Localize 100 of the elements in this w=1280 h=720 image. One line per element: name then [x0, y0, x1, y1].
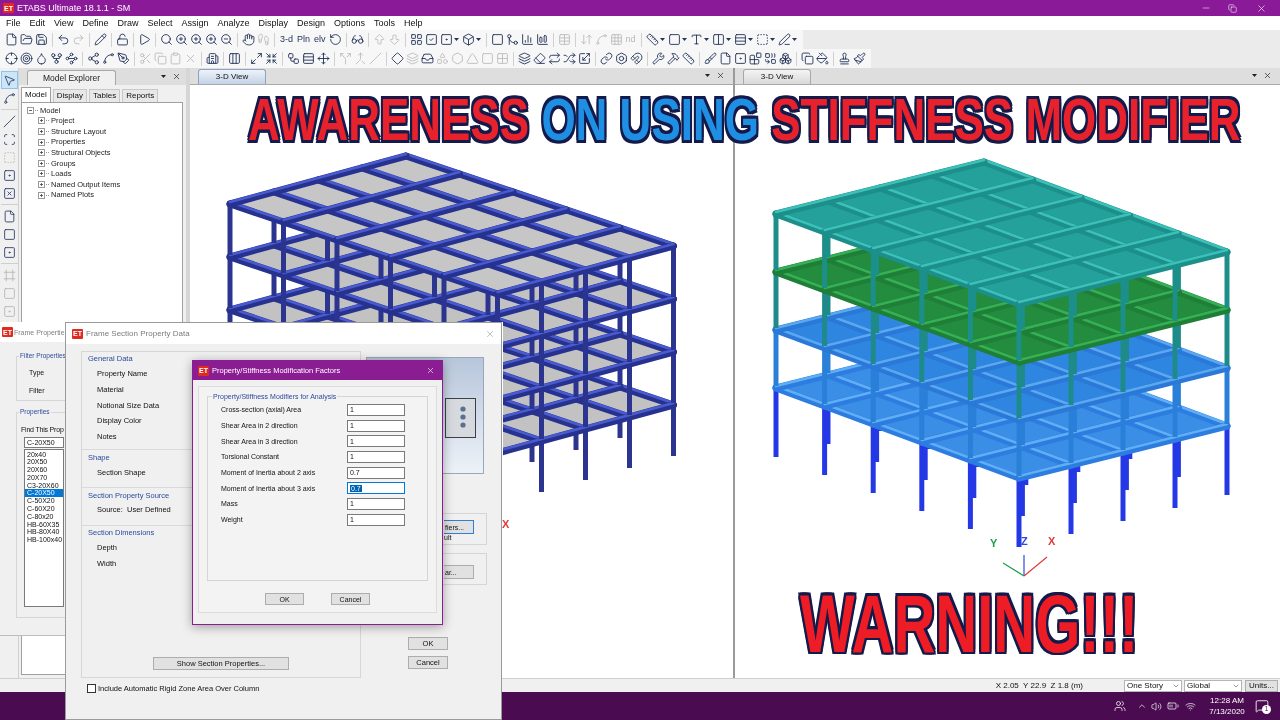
ruler-icon[interactable]: [682, 52, 695, 65]
checkbox[interactable]: [87, 684, 96, 693]
cube-icon[interactable]: [461, 33, 475, 46]
merge-icon[interactable]: [505, 33, 519, 46]
plus-box-icon[interactable]: [38, 128, 45, 135]
menu-item[interactable]: Draw: [117, 18, 139, 28]
crosshair-icon[interactable]: [5, 52, 18, 65]
zoom-out-icon[interactable]: [220, 33, 233, 46]
view-tab[interactable]: 3-D View: [743, 69, 811, 84]
minus-box-icon[interactable]: [27, 106, 34, 114]
share-icon[interactable]: [87, 52, 100, 65]
target-icon[interactable]: [20, 52, 33, 65]
toolbar-text-item[interactable]: Pln: [295, 35, 313, 44]
boxes-icon[interactable]: [779, 52, 792, 65]
chevron-up-icon[interactable]: [1137, 701, 1147, 711]
magnet-icon[interactable]: [630, 52, 643, 65]
check-square-icon[interactable]: [424, 33, 438, 46]
caret-icon[interactable]: [475, 38, 481, 41]
explorer-tab[interactable]: Display: [52, 89, 88, 102]
menu-item[interactable]: Options: [334, 18, 366, 28]
pointer-icon[interactable]: [0, 71, 18, 89]
magnifier-icon[interactable]: [160, 33, 173, 46]
link-icon[interactable]: [600, 52, 613, 65]
caret-icon[interactable]: [725, 38, 731, 41]
toolbar-text-item[interactable]: 3-d: [278, 35, 295, 44]
menu-item[interactable]: Help: [404, 18, 423, 28]
eraser-icon[interactable]: [533, 52, 546, 65]
ruler-icon[interactable]: [645, 33, 659, 46]
paint-bucket-icon[interactable]: [816, 52, 829, 65]
explorer-tab[interactable]: Model: [21, 87, 51, 102]
file-icon[interactable]: [5, 33, 18, 46]
explorer-tab[interactable]: Tables: [89, 89, 121, 102]
plus-box-icon[interactable]: [38, 191, 45, 199]
toolbar-text-item[interactable]: elv: [312, 35, 328, 44]
copy-icon[interactable]: [801, 52, 814, 65]
menu-item[interactable]: Define: [82, 18, 109, 28]
menu-item[interactable]: Analyze: [217, 18, 250, 28]
resize-icon[interactable]: [578, 52, 591, 65]
menu-item[interactable]: Design: [297, 18, 325, 28]
hammer-icon[interactable]: [667, 52, 680, 65]
letter-t-icon[interactable]: [689, 33, 703, 46]
plus-box-icon[interactable]: [38, 149, 45, 157]
grid-icon[interactable]: [409, 33, 423, 46]
caret-icon[interactable]: [705, 74, 710, 77]
caret-icon[interactable]: [659, 38, 665, 41]
wrench-icon[interactable]: [652, 52, 665, 65]
speaker-icon[interactable]: [1151, 700, 1162, 712]
glasses-icon[interactable]: [350, 33, 364, 46]
pen-nib-icon[interactable]: [117, 52, 130, 65]
columns-icon[interactable]: [711, 33, 725, 46]
clock-date[interactable]: 7/13/2020: [1209, 707, 1245, 716]
explorer-tab[interactable]: Reports: [122, 89, 159, 102]
droplet-icon[interactable]: [35, 52, 48, 65]
shuffle-icon[interactable]: [563, 52, 576, 65]
zoom-in-icon[interactable]: [205, 33, 218, 46]
menu-item[interactable]: Display: [258, 18, 288, 28]
caret-icon[interactable]: [747, 38, 753, 41]
hex-nut-icon[interactable]: [615, 52, 628, 65]
story-dropdown[interactable]: One Story: [1124, 679, 1182, 692]
caret-icon[interactable]: [681, 38, 687, 41]
plus-box-icon[interactable]: [38, 117, 45, 125]
clock-time[interactable]: 12:28 AM: [1210, 696, 1244, 705]
plus-box-icon[interactable]: [38, 170, 45, 178]
wifi-icon[interactable]: [1185, 700, 1196, 712]
close-icon[interactable]: [1263, 71, 1272, 80]
tray-icon[interactable]: [421, 52, 434, 65]
blocks-icon[interactable]: [749, 52, 762, 65]
curve-icon[interactable]: [102, 52, 115, 65]
undo-icon[interactable]: [57, 33, 70, 46]
view-tab[interactable]: 3-D View: [198, 69, 266, 84]
columns-icon[interactable]: [228, 52, 241, 65]
plus-box-icon[interactable]: [38, 159, 45, 167]
play-icon[interactable]: [138, 33, 151, 46]
caret-icon[interactable]: [769, 38, 775, 41]
fork-icon[interactable]: [50, 52, 63, 65]
building-icon[interactable]: [206, 52, 219, 65]
plus-box-icon[interactable]: [38, 180, 45, 188]
shrink-icon[interactable]: [265, 52, 278, 65]
caret-icon[interactable]: [453, 38, 459, 41]
move-icon[interactable]: [317, 52, 330, 65]
folder-icon[interactable]: [20, 33, 33, 46]
rows-icon[interactable]: [302, 52, 315, 65]
menu-item[interactable]: Assign: [181, 18, 209, 28]
close-icon[interactable]: [716, 71, 725, 80]
rotate-icon[interactable]: [328, 33, 342, 46]
caret-icon[interactable]: [791, 38, 797, 41]
save-icon[interactable]: [35, 33, 48, 46]
close-icon[interactable]: [172, 72, 181, 81]
notification-icon[interactable]: [1255, 699, 1269, 713]
paintbrush-icon[interactable]: [853, 52, 866, 65]
menu-item[interactable]: Tools: [374, 18, 396, 28]
zoom-in-icon[interactable]: [175, 33, 188, 46]
units-button[interactable]: Units...: [1245, 679, 1278, 692]
square-icon[interactable]: [667, 33, 681, 46]
padlock-icon[interactable]: [116, 33, 129, 46]
repeat-icon[interactable]: [548, 52, 561, 65]
diamond-icon[interactable]: [391, 52, 404, 65]
pencil-icon[interactable]: [94, 33, 107, 46]
combine-icon[interactable]: [764, 52, 777, 65]
pen-icon[interactable]: [777, 33, 791, 46]
